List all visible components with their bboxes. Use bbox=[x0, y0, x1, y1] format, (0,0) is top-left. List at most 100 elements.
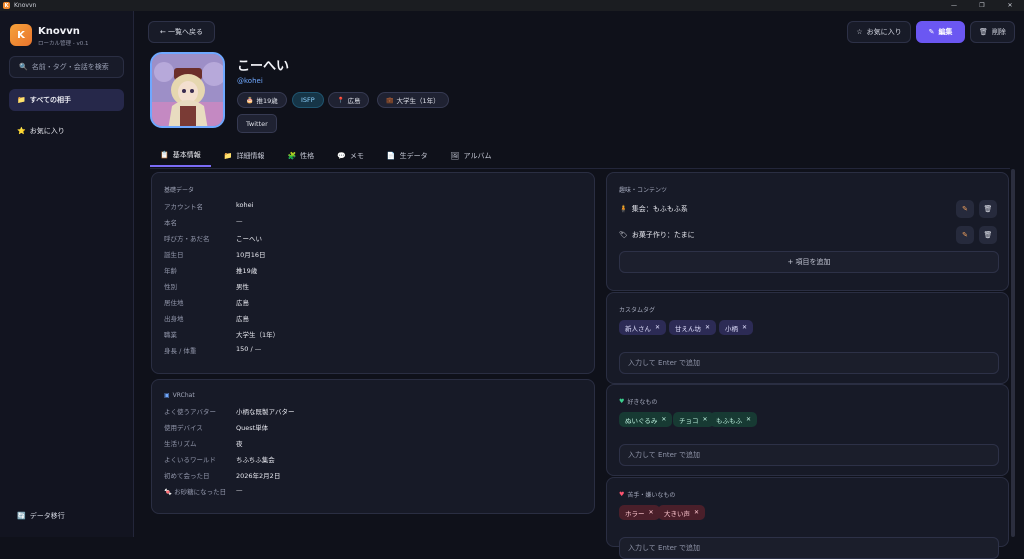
field-row: 身長 / 体重 150 / — bbox=[164, 345, 584, 355]
tab-label: 性格 bbox=[300, 152, 315, 160]
tag: 新人さん ✕ bbox=[619, 320, 667, 335]
tag-input[interactable]: 入力して Enter で追加 bbox=[619, 537, 999, 559]
add-item-button[interactable]: + 項目を追加 bbox=[619, 251, 999, 273]
sidebar-item-favorites[interactable]: ⭐ お気に入り bbox=[9, 120, 124, 142]
trash-icon: 🗑 bbox=[983, 231, 993, 239]
remove-tag-icon[interactable]: ✕ bbox=[742, 324, 747, 331]
custom-tags-card: カスタムタグ 新人さん ✕ 甘えん坊 ✕ 小柄 ✕ 入力して Enter で追加 bbox=[606, 292, 1009, 384]
remove-tag-icon[interactable]: ✕ bbox=[655, 324, 660, 331]
transfer-icon: 🔄 bbox=[17, 512, 26, 520]
tab-personality[interactable]: 🧩 性格 bbox=[277, 145, 324, 167]
tab-memo[interactable]: 💬 メモ bbox=[327, 145, 374, 167]
data-migration-button[interactable]: 🔄 データ移行 bbox=[17, 511, 65, 521]
remove-tag-icon[interactable]: ✕ bbox=[746, 416, 751, 423]
tag-label: ぬいぐるみ bbox=[625, 416, 658, 425]
minimize-icon[interactable]: — bbox=[940, 0, 968, 11]
delete-item-button[interactable]: 🗑 bbox=[979, 200, 997, 218]
search-input[interactable]: 🔍 名前・タグ・会話を検索 bbox=[9, 56, 124, 78]
tag: 小柄 ✕ bbox=[719, 320, 754, 335]
app-name: Knovvn bbox=[38, 26, 80, 37]
hobbies-card: 趣味・コンテンツ 🧍 集会：もふもふ系 ✎ 🗑 🏷 お菓子作り：たまに ✎ 🗑 + … bbox=[606, 172, 1009, 291]
chip-label: 大学生（1年） bbox=[396, 97, 440, 105]
tag-input[interactable]: 入力して Enter で追加 bbox=[619, 444, 999, 466]
profile-name: こーへい bbox=[237, 59, 290, 74]
tab-details[interactable]: 📁 詳細情報 bbox=[214, 145, 275, 167]
favorite-button[interactable]: ☆ お気に入り bbox=[847, 21, 911, 43]
location-chip: 📍 広島 bbox=[328, 92, 370, 108]
field-row: 使用デバイス Quest単体 bbox=[164, 422, 584, 432]
scrollbar[interactable] bbox=[1011, 169, 1015, 537]
folder-icon: 📁 bbox=[17, 96, 26, 104]
field-row: 🍬 お砂糖になった日 — bbox=[164, 486, 584, 496]
twitter-link[interactable]: Twitter bbox=[237, 114, 277, 133]
tab-label: 詳細情報 bbox=[236, 152, 265, 160]
remove-tag-icon[interactable]: ✕ bbox=[661, 416, 666, 423]
speech-icon: 💬 bbox=[337, 152, 346, 160]
tag: もふもふ ✕ bbox=[710, 412, 758, 427]
card-title: 趣味・コンテンツ bbox=[619, 187, 668, 194]
card-title: ♥ 好きなもの bbox=[619, 397, 657, 406]
field-label: 身長 / 体重 bbox=[164, 347, 197, 355]
tag-label: もふもふ bbox=[716, 416, 742, 425]
field-label: 生活リズム bbox=[164, 440, 197, 448]
star-outline-icon: ☆ bbox=[856, 28, 863, 36]
field-value: 大学生（1年） bbox=[236, 331, 280, 339]
chip-label: ISFP bbox=[301, 96, 315, 104]
title-bar: K Knovvn — ❐ ✕ bbox=[0, 0, 1024, 11]
field-value: — bbox=[236, 217, 243, 225]
tab-label: アルバム bbox=[463, 152, 492, 160]
list-item: 🏷 お菓子作り：たまに bbox=[619, 226, 999, 244]
clipboard-icon: 📋 bbox=[160, 151, 169, 159]
tab-album[interactable]: 🖼 アルバム bbox=[441, 145, 502, 167]
person-icon: 🧍 bbox=[619, 205, 628, 213]
tab-label: 生データ bbox=[399, 152, 428, 160]
age-chip: 🎂 推19歳 bbox=[237, 92, 287, 108]
folder-icon: 📁 bbox=[223, 152, 233, 160]
green-heart-icon: ♥ bbox=[619, 398, 625, 405]
field-value: こーへい bbox=[236, 235, 262, 243]
list-item-label: お菓子作り：たまに bbox=[631, 231, 695, 239]
sidebar-item-all[interactable]: 📁 すべての相手 bbox=[9, 89, 124, 111]
card-title: ▣ VRChat bbox=[164, 392, 195, 399]
card-title: カスタムタグ bbox=[619, 307, 656, 314]
tag-label: チョコ bbox=[679, 416, 699, 425]
field-label: 職業 bbox=[164, 331, 177, 339]
star-icon: ⭐ bbox=[17, 127, 26, 135]
app-logo: K bbox=[10, 24, 32, 46]
edit-item-button[interactable]: ✎ bbox=[956, 200, 974, 218]
maximize-icon[interactable]: ❐ bbox=[968, 0, 996, 11]
edit-item-button[interactable]: ✎ bbox=[956, 226, 974, 244]
delete-button[interactable]: 🗑 削除 bbox=[970, 21, 1015, 43]
tab-raw-data[interactable]: 📄 生データ bbox=[377, 145, 438, 167]
back-button[interactable]: ← 一覧へ戻る bbox=[148, 21, 215, 43]
tab-basic[interactable]: 📋 基本情報 bbox=[150, 145, 211, 167]
remove-tag-icon[interactable]: ✕ bbox=[649, 509, 654, 516]
field-value: 2026年2月2日 bbox=[236, 472, 281, 480]
field-value: 夜 bbox=[236, 440, 243, 448]
field-row: 誕生日 10月16日 bbox=[164, 249, 584, 259]
field-row: 性別 男性 bbox=[164, 281, 584, 291]
remove-tag-icon[interactable]: ✕ bbox=[703, 416, 708, 423]
field-value: 推19歳 bbox=[236, 267, 258, 275]
field-label: よくいるワールド bbox=[164, 456, 216, 464]
remove-tag-icon[interactable]: ✕ bbox=[694, 509, 699, 516]
edit-button[interactable]: ✎ 編集 bbox=[916, 21, 965, 43]
remove-tag-icon[interactable]: ✕ bbox=[705, 324, 710, 331]
avatar-image bbox=[152, 54, 223, 126]
sugar-icon: 🍬 bbox=[164, 488, 175, 496]
field-label-text: お砂糖になった日 bbox=[174, 488, 227, 496]
delete-item-button[interactable]: 🗑 bbox=[979, 226, 997, 244]
trash-icon: 🗑 bbox=[979, 28, 988, 36]
field-row: 本名 — bbox=[164, 217, 584, 227]
tab-label: 基本情報 bbox=[172, 151, 201, 159]
list-item: 🧍 集会：もふもふ系 bbox=[619, 200, 999, 218]
field-value: kohei bbox=[236, 201, 254, 209]
tag-input[interactable]: 入力して Enter で追加 bbox=[619, 352, 999, 374]
basic-data-card: 基礎データ アカウント名 kohei 本名 — 呼び方・あだ名 こーへい 誕生日 10月… bbox=[151, 172, 595, 374]
close-icon[interactable]: ✕ bbox=[996, 0, 1024, 11]
field-value: 男性 bbox=[236, 283, 249, 291]
field-value: 10月16日 bbox=[236, 251, 266, 259]
tag: チョコ ✕ bbox=[673, 412, 714, 427]
card-title: 基礎データ bbox=[164, 187, 195, 194]
field-row: 居住地 広島 bbox=[164, 297, 584, 307]
